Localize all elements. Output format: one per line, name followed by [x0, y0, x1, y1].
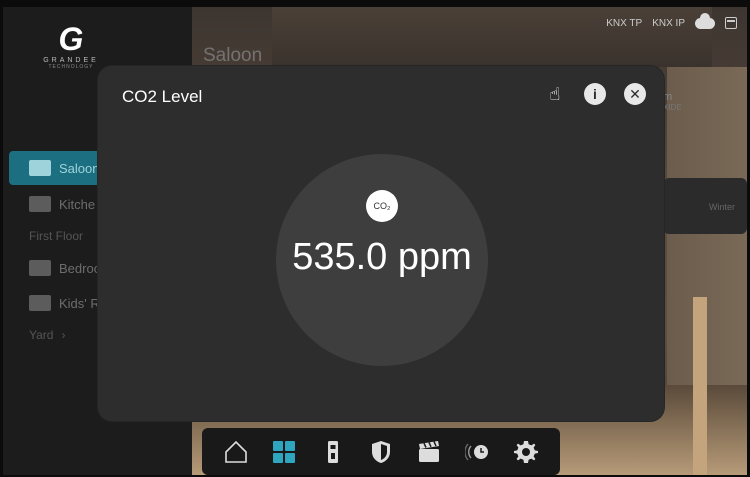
knx-tp-status: KNX TP [606, 17, 643, 29]
chevron-right-icon: › [61, 328, 66, 342]
partial-sublabel: XIDE [663, 103, 682, 112]
partial-label: m [663, 91, 673, 103]
close-icon[interactable]: ✕ [624, 83, 646, 105]
dialog-title: CO2 Level [122, 87, 203, 106]
co2-badge: CO₂ [366, 190, 398, 222]
app-frame: KNX TP KNX IP Saloon m XIDE Winter G GRA… [3, 7, 747, 475]
cloud-icon[interactable] [695, 12, 715, 29]
bed-icon [29, 260, 51, 276]
section-first-floor[interactable]: First Floor [29, 229, 83, 243]
season-label: Winter [708, 202, 735, 212]
logo-brand: GRANDEE [43, 57, 99, 64]
door-panel-icon[interactable] [320, 439, 346, 465]
sidebar-item-label: Kitche [59, 196, 96, 212]
logo-mark: G [58, 21, 84, 57]
knx-ip-status: KNX IP [652, 17, 685, 29]
status-bar: KNX TP KNX IP [606, 7, 747, 39]
info-icon[interactable]: i [584, 83, 606, 105]
kitchen-icon [29, 196, 51, 212]
lamp-stand [693, 297, 707, 475]
grid-icon[interactable] [271, 439, 297, 465]
sidebar-item-label: Saloon [59, 160, 100, 176]
home-icon[interactable] [223, 439, 249, 465]
co2-dial: CO₂ 535.0 ppm [276, 154, 488, 366]
hand-pointer-icon[interactable]: ☝ [544, 83, 566, 105]
bottom-dock [202, 428, 560, 475]
kids-icon [29, 295, 51, 311]
window-icon[interactable] [725, 17, 737, 29]
sidebar-item-label: Kids' R [59, 295, 100, 311]
logo: G GRANDEE TECHNOLOGY [35, 21, 107, 83]
sidebar-item-label: Bedroo [59, 260, 101, 276]
dialog-actions: ☝ i ✕ [544, 83, 646, 105]
shield-icon[interactable] [368, 439, 394, 465]
sofa-person-icon [29, 160, 51, 176]
season-card[interactable]: Winter [663, 178, 747, 234]
co2-value: 535.0 ppm [292, 236, 472, 278]
logo-tagline: TECHNOLOGY [48, 64, 94, 70]
yard-label: Yard [29, 328, 54, 342]
section-yard[interactable]: Yard › [29, 328, 65, 342]
clapperboard-icon[interactable] [416, 439, 442, 465]
co2-level-dialog: CO2 Level ☝ i ✕ CO₂ 535.0 ppm [98, 66, 664, 421]
room-title: Saloon [203, 45, 263, 66]
schedule-icon[interactable] [464, 439, 491, 465]
gear-icon[interactable] [513, 439, 539, 465]
